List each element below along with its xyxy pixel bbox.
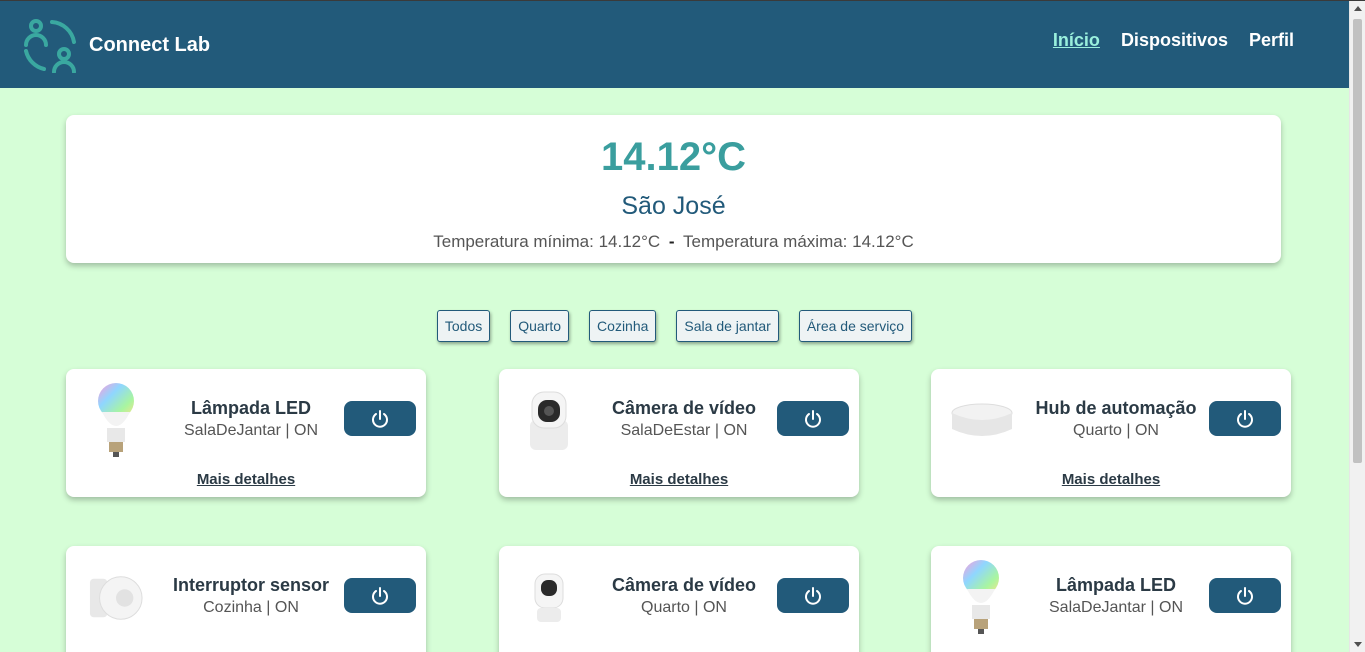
device-meta: SalaDeJantar | ON: [1049, 599, 1183, 616]
scroll-down-icon[interactable]: [1354, 642, 1362, 647]
device-meta: Quarto | ON: [641, 599, 727, 616]
camera-icon: [521, 381, 577, 461]
device-status: ON: [723, 422, 748, 439]
device-status: ON: [1134, 422, 1159, 439]
device-meta: Cozinha | ON: [203, 599, 299, 616]
power-button[interactable]: [1209, 401, 1281, 436]
more-details-link[interactable]: Mais detalhes: [66, 471, 426, 488]
app-header: Connect Lab Início Dispositivos Perfil: [0, 1, 1349, 88]
power-icon: [805, 409, 821, 428]
more-details-link[interactable]: Mais detalhes: [931, 471, 1291, 488]
device-meta: Quarto | ON: [1073, 422, 1159, 439]
power-icon: [1237, 586, 1253, 605]
device-card: Câmera de vídeo Quarto | ON: [499, 546, 859, 652]
weather-card: 14.12°C São José Temperatura mínima: 14.…: [66, 115, 1281, 263]
led-bulb-icon: [88, 381, 144, 461]
min-temperature: Temperatura mínima: 14.12°C: [433, 232, 661, 251]
device-status: ON: [274, 599, 299, 616]
device-name: Câmera de vídeo: [611, 398, 757, 418]
filter-quarto-button[interactable]: Quarto: [510, 310, 570, 342]
power-icon: [805, 586, 821, 605]
nav-dispositivos[interactable]: Dispositivos: [1121, 30, 1228, 51]
power-button[interactable]: [777, 401, 849, 436]
device-room: SalaDeEstar: [620, 422, 711, 439]
power-button[interactable]: [777, 578, 849, 613]
power-icon: [372, 586, 388, 605]
power-button[interactable]: [1209, 578, 1281, 613]
camera-icon: [521, 558, 577, 638]
filter-todos-button[interactable]: Todos: [436, 310, 491, 342]
device-status: ON: [294, 422, 318, 439]
device-room: Cozinha: [203, 599, 262, 616]
device-room: SalaDeJantar: [184, 422, 281, 439]
hub-icon: [949, 381, 1015, 461]
device-room: Quarto: [1073, 422, 1122, 439]
main-nav: Início Dispositivos Perfil: [1053, 30, 1294, 51]
nav-perfil[interactable]: Perfil: [1249, 30, 1294, 51]
device-card: Lâmpada LED SalaDeJantar | ON Mais detal…: [66, 369, 426, 497]
power-icon: [1237, 409, 1253, 428]
filter-cozinha-button[interactable]: Cozinha: [589, 310, 657, 342]
room-filters: Todos Quarto Cozinha Sala de jantar Área…: [0, 310, 1349, 342]
power-button[interactable]: [344, 401, 416, 436]
power-button[interactable]: [344, 578, 416, 613]
device-meta: SalaDeEstar | ON: [620, 422, 748, 439]
nav-inicio[interactable]: Início: [1053, 30, 1100, 51]
filter-area-de-servico-button[interactable]: Área de serviço: [798, 310, 913, 342]
device-name: Câmera de vídeo: [611, 575, 757, 595]
device-status: ON: [1159, 599, 1183, 616]
device-card: Lâmpada LED SalaDeJantar | ON: [931, 546, 1291, 652]
filter-sala-de-jantar-button[interactable]: Sala de jantar: [676, 310, 779, 342]
device-name: Lâmpada LED: [190, 398, 312, 418]
temperature-range: Temperatura mínima: 14.12°C - Temperatur…: [66, 232, 1281, 252]
power-icon: [372, 409, 388, 428]
device-card: Interruptor sensor Cozinha | ON: [66, 546, 426, 652]
device-meta: SalaDeJantar | ON: [184, 422, 318, 439]
vertical-scrollbar[interactable]: [1349, 1, 1365, 652]
current-temperature: 14.12°C: [601, 135, 746, 179]
device-room: Quarto: [641, 599, 690, 616]
device-name: Lâmpada LED: [1055, 575, 1177, 595]
device-room: SalaDeJantar: [1049, 599, 1146, 616]
device-status: ON: [702, 599, 727, 616]
scrollbar-thumb[interactable]: [1353, 19, 1362, 463]
led-bulb-icon: [953, 558, 1009, 638]
device-name: Hub de automação: [1035, 398, 1197, 418]
device-name: Interruptor sensor: [172, 575, 330, 595]
city-name: São José: [621, 192, 726, 220]
max-temperature: Temperatura máxima: 14.12°C: [683, 232, 914, 251]
range-separator: -: [668, 232, 675, 251]
motion-sensor-icon: [88, 558, 144, 638]
more-details-link[interactable]: Mais detalhes: [499, 471, 859, 488]
scroll-up-icon[interactable]: [1354, 6, 1362, 11]
device-card: Câmera de vídeo SalaDeEstar | ON Mais de…: [499, 369, 859, 497]
device-card: Hub de automação Quarto | ON Mais detalh…: [931, 369, 1291, 497]
connect-lab-logo-icon[interactable]: [22, 17, 78, 73]
brand-name[interactable]: Connect Lab: [89, 34, 210, 57]
